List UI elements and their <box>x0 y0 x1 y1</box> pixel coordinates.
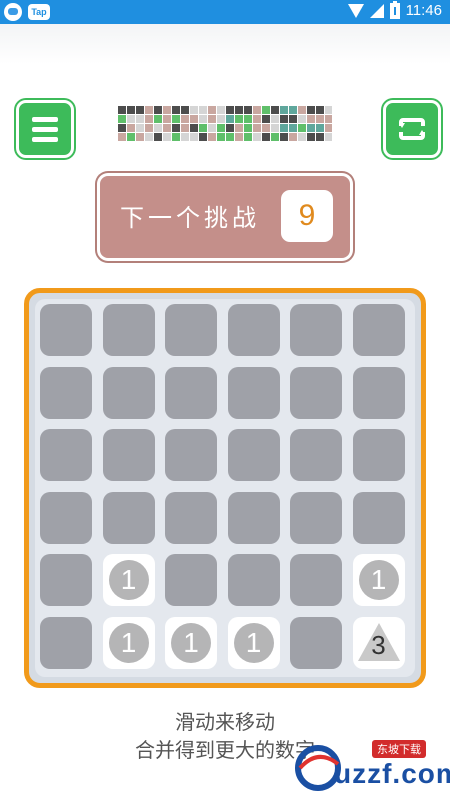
board-tile: 1 <box>352 554 405 606</box>
tile-value: 1 <box>233 622 274 663</box>
battery-icon <box>389 0 400 19</box>
next-challenge-banner: 下一个挑战 9 <box>100 176 350 258</box>
board-cell-empty <box>102 366 155 419</box>
menu-button[interactable] <box>16 100 74 158</box>
board-cell-empty <box>165 491 217 544</box>
board-cell-empty <box>165 366 217 419</box>
board-cell-empty <box>40 304 92 356</box>
tile-value: 3 <box>371 630 386 660</box>
board-cell-empty <box>352 304 405 356</box>
board-cell-empty <box>102 429 155 481</box>
watermark-text: uzzf.com <box>334 758 450 789</box>
board-tile: 1 <box>102 554 155 606</box>
triangle-tile: 3 <box>353 617 405 669</box>
board-cell-empty <box>40 491 92 544</box>
board-tile: 1 <box>227 616 280 669</box>
game-board[interactable]: 111113 <box>24 288 426 688</box>
menu-icon <box>32 117 58 147</box>
watermark-tag: 东坡下载 <box>372 740 426 758</box>
site-watermark: uzzf.com 东坡下载 <box>294 736 450 796</box>
board-tile: 3 <box>352 616 405 669</box>
top-gradient <box>0 24 450 64</box>
board-cell-empty <box>227 491 280 544</box>
board-cell-empty <box>290 366 342 419</box>
board-tile: 1 <box>102 616 155 669</box>
board-cell-empty <box>290 304 342 356</box>
board-cell-empty <box>227 304 280 356</box>
board-cell-empty <box>290 429 342 481</box>
board-cell-empty <box>227 366 280 419</box>
tile-value: 1 <box>358 560 399 600</box>
app-notification-icon <box>4 3 22 21</box>
board-cell-empty <box>40 554 92 606</box>
board-cell-empty <box>290 554 342 606</box>
status-bar: Tap 11:46 <box>0 0 450 24</box>
status-indicators: 11:46 <box>347 0 442 19</box>
board-cell-empty <box>290 616 342 669</box>
board-cell-empty <box>40 616 92 669</box>
status-notifications: Tap <box>4 3 50 21</box>
board-cell-empty <box>165 429 217 481</box>
hint-line-1: 滑动来移动 <box>175 710 275 734</box>
game-logo <box>118 106 332 141</box>
board-cell-empty <box>290 491 342 544</box>
board-cell-empty <box>352 366 405 419</box>
board-cell-empty <box>102 491 155 544</box>
tile-value: 1 <box>108 560 149 600</box>
board-grid: 111113 <box>35 299 415 677</box>
wifi-icon <box>347 3 364 18</box>
signal-icon <box>369 3 384 18</box>
board-cell-empty <box>227 429 280 481</box>
status-time: 11:46 <box>405 2 442 19</box>
next-challenge-label: 下一个挑战 <box>120 204 260 232</box>
board-cell-empty <box>40 366 92 419</box>
board-cell-empty <box>165 304 217 356</box>
board-cell-empty <box>227 554 280 606</box>
next-challenge-value: 9 <box>281 190 333 242</box>
restart-icon <box>398 118 426 140</box>
board-cell-empty <box>165 554 217 606</box>
board-tile: 1 <box>165 616 217 669</box>
tile-value: 1 <box>108 622 149 663</box>
tile-value: 1 <box>171 622 211 663</box>
restart-button[interactable] <box>383 100 441 158</box>
board-cell-empty <box>102 304 155 356</box>
board-cell-empty <box>352 429 405 481</box>
tap-notification-icon: Tap <box>28 4 50 20</box>
board-cell-empty <box>40 429 92 481</box>
board-cell-empty <box>352 491 405 544</box>
